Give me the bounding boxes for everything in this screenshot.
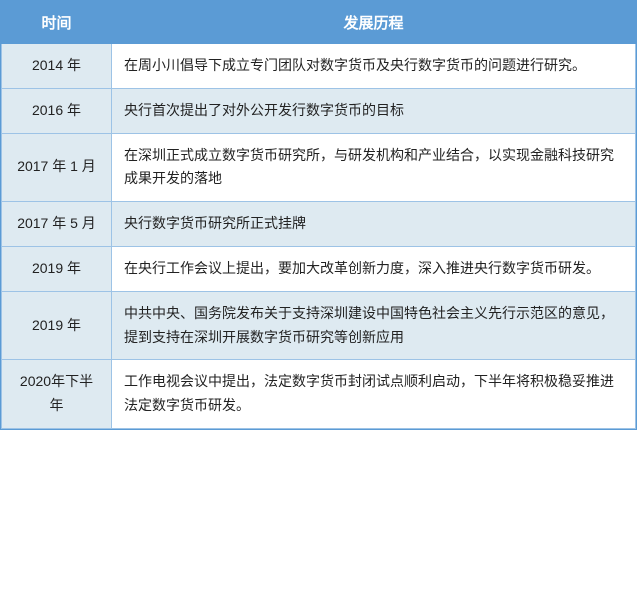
content-cell-5: 中共中央、国务院发布关于支持深圳建设中国特色社会主义先行示范区的意见，提到支持在… (112, 291, 636, 360)
content-cell-0: 在周小川倡导下成立专门团队对数字货币及央行数字货币的问题进行研究。 (112, 44, 636, 89)
time-cell-2: 2017 年 1 月 (2, 133, 112, 202)
content-cell-1: 央行首次提出了对外公开发行数字货币的目标 (112, 88, 636, 133)
main-table: 时间 发展历程 2014 年在周小川倡导下成立专门团队对数字货币及央行数字货币的… (0, 0, 637, 430)
time-cell-1: 2016 年 (2, 88, 112, 133)
content-cell-3: 央行数字货币研究所正式挂牌 (112, 202, 636, 247)
content-cell-6: 工作电视会议中提出，法定数字货币封闭试点顺利启动，下半年将积极稳妥推进法定数字货… (112, 360, 636, 429)
time-cell-3: 2017 年 5 月 (2, 202, 112, 247)
time-cell-5: 2019 年 (2, 291, 112, 360)
time-cell-0: 2014 年 (2, 44, 112, 89)
time-header: 时间 (2, 2, 112, 44)
content-cell-2: 在深圳正式成立数字货币研究所，与研发机构和产业结合，以实现金融科技研究成果开发的… (112, 133, 636, 202)
history-header: 发展历程 (112, 2, 636, 44)
content-cell-4: 在央行工作会议上提出，要加大改革创新力度，深入推进央行数字货币研发。 (112, 246, 636, 291)
time-cell-6: 2020年下半年 (2, 360, 112, 429)
time-cell-4: 2019 年 (2, 246, 112, 291)
